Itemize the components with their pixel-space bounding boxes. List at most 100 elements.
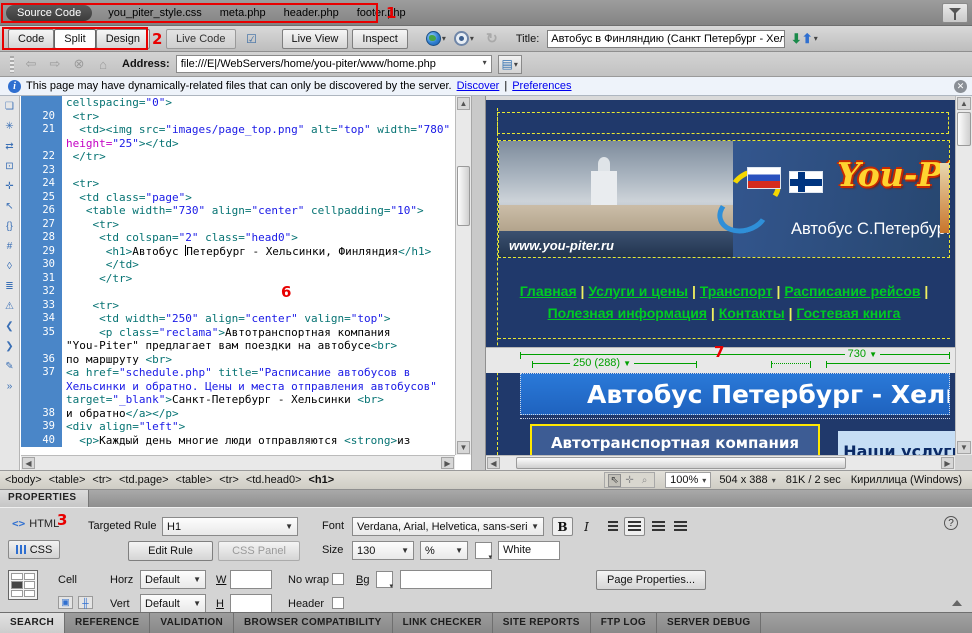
select-parent-tag-icon[interactable]: ↖: [2, 200, 18, 214]
design-horizontal-scrollbar[interactable]: ◀ ▶: [486, 455, 955, 470]
merge-cells-icon[interactable]: ▣: [58, 596, 73, 609]
code-line[interactable]: 39<div align="left">: [21, 420, 455, 434]
apply-comment-icon[interactable]: ❮: [2, 320, 18, 334]
results-tab-ftp-log[interactable]: FTP LOG: [591, 613, 657, 633]
results-tab-reference[interactable]: REFERENCE: [65, 613, 150, 633]
scrollbar-thumb[interactable]: [457, 166, 470, 226]
properties-tab[interactable]: PROPERTIES: [0, 490, 89, 507]
zoom-tool-icon[interactable]: ⌕: [638, 475, 651, 486]
scrollbar-thumb[interactable]: [516, 457, 846, 469]
reclama-box[interactable]: Автотранспортная компания "You-Piter" пр…: [530, 424, 820, 455]
code-line[interactable]: "You-Piter" предлагает вам поездки на ав…: [21, 339, 455, 353]
code-line[interactable]: 23: [21, 164, 455, 178]
code-line[interactable]: 40 <p>Каждый день многие люди отправляют…: [21, 434, 455, 448]
panel-collapse-icon[interactable]: [952, 600, 962, 606]
text-color-swatch[interactable]: [475, 542, 492, 559]
text-color-input[interactable]: White: [498, 541, 560, 560]
code-line[interactable]: 24 <tr>: [21, 177, 455, 191]
design-vertical-scrollbar[interactable]: ▲ ▼: [955, 96, 972, 455]
tag-selector-item[interactable]: <tr>: [92, 474, 112, 486]
scrollbar-thumb[interactable]: [957, 112, 971, 146]
visual-aids-button[interactable]: ▾: [452, 29, 476, 48]
tag-selector-item[interactable]: <table>: [49, 474, 86, 486]
scroll-left-icon[interactable]: ◀: [22, 457, 35, 469]
table-width-bar[interactable]: 730 ▼ 250 (288) ▼: [486, 347, 955, 373]
results-tab-validation[interactable]: VALIDATION: [150, 613, 234, 633]
stop-button[interactable]: ⊗: [70, 56, 88, 72]
code-line[interactable]: 37<a href="schedule.php" title="Расписан…: [21, 366, 455, 380]
chevron-down-icon[interactable]: ▾: [483, 58, 487, 70]
nowrap-checkbox[interactable]: [332, 573, 344, 585]
discover-link[interactable]: Discover: [457, 80, 500, 92]
design-pane[interactable]: You-Piter Автобус С.Петербург-Хельсинки …: [486, 96, 972, 470]
code-line[interactable]: cellspacing="0">: [21, 96, 455, 110]
more-options-icon[interactable]: »: [2, 380, 18, 394]
code-line[interactable]: 38и обратно</a></p>: [21, 407, 455, 421]
select-tool-icon[interactable]: ⇖: [608, 474, 621, 487]
filter-related-files-button[interactable]: [942, 3, 968, 23]
scroll-left-icon[interactable]: ◀: [487, 457, 500, 469]
targeted-rule-select[interactable]: H1▼: [162, 517, 298, 536]
code-vertical-scrollbar[interactable]: ▲ ▼: [455, 96, 471, 455]
get-file-button[interactable]: ⬇⬆▾: [789, 29, 819, 48]
code-line[interactable]: 29 <h1>Автобус Петербург - Хельсинки, Фи…: [21, 245, 455, 259]
split-cell-icon[interactable]: ╫: [78, 596, 93, 609]
home-button[interactable]: ⌂: [94, 57, 112, 72]
code-line[interactable]: 21 <td><img src="images/page_top.png" al…: [21, 123, 455, 137]
collapse-selection-icon[interactable]: ⊡: [2, 160, 18, 174]
collapse-full-tag-icon[interactable]: ⇄: [2, 140, 18, 154]
header-checkbox[interactable]: [332, 597, 344, 609]
code-line[interactable]: 30 </td>: [21, 258, 455, 272]
table-width-label-730[interactable]: 730 ▼: [845, 348, 880, 360]
related-file-tab[interactable]: you_piter_style.css: [108, 7, 202, 19]
remove-comment-icon[interactable]: ❯: [2, 340, 18, 354]
results-tab-server-debug[interactable]: SERVER DEBUG: [657, 613, 761, 633]
html-mode-button[interactable]: <> HTML: [12, 517, 59, 530]
align-right-button[interactable]: [648, 517, 669, 536]
hand-tool-icon[interactable]: ✛: [623, 475, 636, 486]
code-line[interactable]: 33 <tr>: [21, 299, 455, 313]
size-select[interactable]: 130▼: [352, 541, 414, 560]
related-file-tab[interactable]: meta.php: [220, 7, 266, 19]
results-tab-browser-compatibility[interactable]: BROWSER COMPATIBILITY: [234, 613, 393, 633]
code-line[interactable]: 22 </tr>: [21, 150, 455, 164]
open-documents-icon[interactable]: ❏: [2, 100, 18, 114]
page-heading-banner[interactable]: Автобус Петербург - Хельсинки: [520, 373, 950, 415]
site-menu-link[interactable]: Главная: [520, 283, 577, 299]
services-box[interactable]: Наши услуги: [838, 431, 955, 455]
related-file-tab[interactable]: footer.php: [357, 7, 406, 19]
related-file-tab[interactable]: header.php: [284, 7, 339, 19]
bg-color-input[interactable]: [400, 570, 492, 589]
code-editor[interactable]: cellspacing="0">20 <tr>21 <td><img src="…: [21, 96, 455, 455]
toolbar-grip[interactable]: [10, 56, 14, 73]
view-button-split[interactable]: Split: [54, 29, 95, 49]
scroll-right-icon[interactable]: ▶: [941, 457, 954, 469]
results-tab-search[interactable]: SEARCH: [0, 613, 65, 633]
close-icon[interactable]: ✕: [954, 80, 967, 93]
italic-button[interactable]: I: [576, 517, 597, 536]
scroll-up-icon[interactable]: ▲: [957, 97, 971, 110]
code-line[interactable]: 32: [21, 285, 455, 299]
tag-selector-item[interactable]: <td.page>: [119, 474, 169, 486]
title-input[interactable]: Автобус в Финляндию (Санкт Петербург - Х…: [547, 30, 785, 48]
results-tab-link-checker[interactable]: LINK CHECKER: [393, 613, 493, 633]
balance-braces-icon[interactable]: {}: [2, 220, 18, 234]
horz-select[interactable]: Default▼: [140, 570, 206, 589]
code-navigator-icon[interactable]: ✳: [2, 120, 18, 134]
code-horizontal-scrollbar[interactable]: ◀ ▶: [21, 455, 455, 470]
empty-table-row-outline[interactable]: [497, 112, 949, 134]
view-button-design[interactable]: Design: [96, 29, 150, 49]
tag-selector-item[interactable]: <table>: [176, 474, 213, 486]
code-line[interactable]: Хельсинки и обратно. Цены и места отправ…: [21, 380, 455, 394]
syntax-error-alerts-icon[interactable]: ⚠: [2, 300, 18, 314]
site-menu-link[interactable]: Транспорт: [700, 283, 773, 299]
align-center-button[interactable]: [624, 517, 645, 536]
scroll-down-icon[interactable]: ▼: [957, 441, 971, 454]
site-menu-link[interactable]: Расписание рейсов: [784, 283, 920, 299]
results-tab-site-reports[interactable]: SITE REPORTS: [493, 613, 591, 633]
scroll-down-icon[interactable]: ▼: [457, 441, 470, 454]
css-panel-button[interactable]: CSS Panel: [218, 541, 300, 561]
scroll-up-icon[interactable]: ▲: [457, 97, 470, 110]
code-line[interactable]: 31 </tr>: [21, 272, 455, 286]
code-line[interactable]: 36по маршруту <br>: [21, 353, 455, 367]
